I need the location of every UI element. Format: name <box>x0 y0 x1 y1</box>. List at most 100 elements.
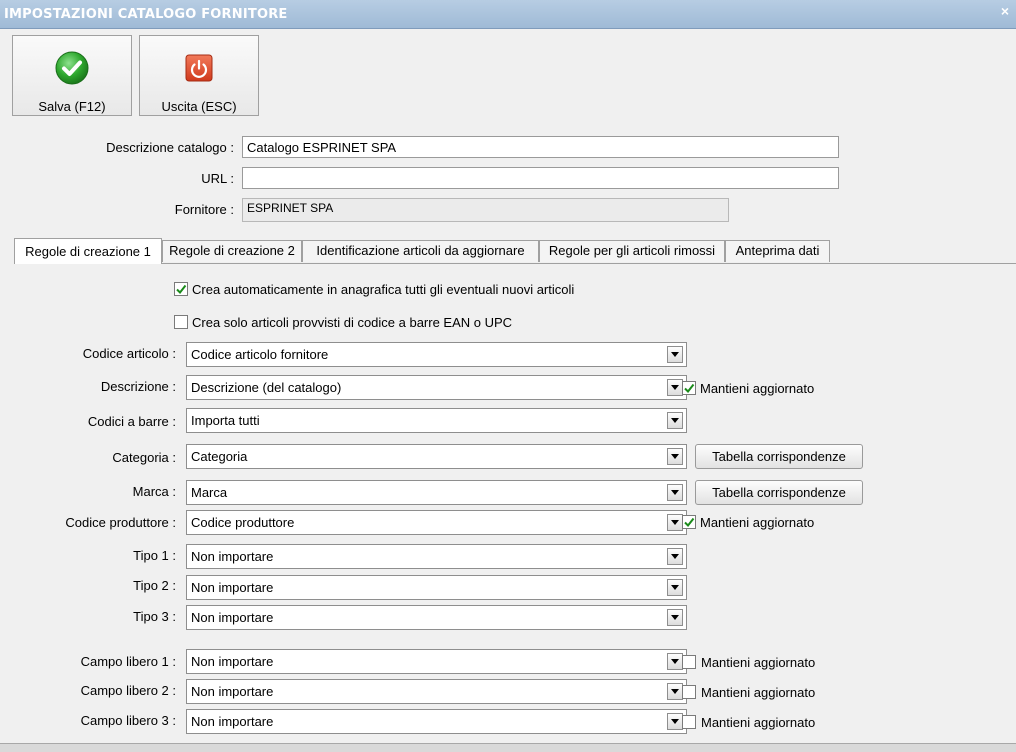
chevron-down-icon <box>671 490 679 495</box>
categoria-select[interactable]: Categoria <box>186 444 687 469</box>
codice-produttore-keep-label: Mantieni aggiornato <box>700 515 815 530</box>
descrizione-input[interactable] <box>242 136 839 158</box>
checkmark-icon <box>176 284 187 295</box>
select-value: Marca <box>191 485 228 500</box>
chevron-down-icon <box>671 352 679 357</box>
select-value: Codice articolo fornitore <box>191 347 329 362</box>
chevron-down-icon <box>671 418 679 423</box>
campo-libero-1-keep-label: Mantieni aggiornato <box>701 655 816 670</box>
dropdown-button[interactable] <box>667 683 683 700</box>
chevron-down-icon <box>671 385 679 390</box>
tab-anteprima[interactable]: Anteprima dati <box>725 240 830 262</box>
exit-button[interactable]: Uscita (ESC) <box>139 35 259 116</box>
codice-produttore-label: Codice produttore : <box>65 515 176 530</box>
categoria-label: Categoria : <box>112 450 176 465</box>
marca-label: Marca : <box>132 484 176 499</box>
title-bar: IMPOSTAZIONI CATALOGO FORNITORE × <box>0 0 1016 29</box>
crea-auto-checkbox[interactable] <box>174 282 188 296</box>
dropdown-button[interactable] <box>667 579 683 596</box>
tab-regole-1[interactable]: Regole di creazione 1 <box>14 238 162 264</box>
campo-libero-3-select[interactable]: Non importare <box>186 709 687 734</box>
select-value: Categoria <box>191 449 248 464</box>
dropdown-button[interactable] <box>667 713 683 730</box>
campo-libero-2-keep-checkbox[interactable] <box>682 685 696 699</box>
select-value: Non importare <box>191 610 274 625</box>
descrizione-select[interactable]: Descrizione (del catalogo) <box>186 375 687 400</box>
campo-libero-2-label: Campo libero 2 : <box>80 683 176 698</box>
codici-barre-label: Codici a barre : <box>87 414 176 429</box>
fornitore-label: Fornitore : <box>174 202 234 217</box>
chevron-down-icon <box>671 659 679 664</box>
descrizione-keep-checkbox[interactable] <box>682 381 696 395</box>
select-value: Importa tutti <box>191 413 260 428</box>
checkmark-icon <box>684 517 695 528</box>
dropdown-button[interactable] <box>667 653 683 670</box>
dropdown-button[interactable] <box>667 609 683 626</box>
codice-produttore-keep-checkbox[interactable] <box>682 515 696 529</box>
url-label: URL : <box>201 171 234 186</box>
tab-articoli-rimossi[interactable]: Regole per gli articoli rimossi <box>539 240 725 262</box>
chevron-down-icon <box>671 520 679 525</box>
window-title: IMPOSTAZIONI CATALOGO FORNITORE <box>4 7 288 22</box>
crea-ean-checkbox[interactable] <box>174 315 188 329</box>
tab-panel: Crea automaticamente in anagrafica tutti… <box>14 263 1016 744</box>
descrizione-keep-label: Mantieni aggiornato <box>700 381 815 396</box>
chevron-down-icon <box>671 454 679 459</box>
descrizione-label: Descrizione catalogo : <box>106 140 234 155</box>
check-icon <box>55 51 89 85</box>
tab-identificazione[interactable]: Identificazione articoli da aggiornare <box>302 240 539 262</box>
campo-libero-1-label: Campo libero 1 : <box>80 654 176 669</box>
tipo-3-label: Tipo 3 : <box>133 609 176 624</box>
select-value: Codice produttore <box>191 515 295 530</box>
dropdown-button[interactable] <box>667 484 683 501</box>
select-value: Non importare <box>191 654 274 669</box>
tipo-3-select[interactable]: Non importare <box>186 605 687 630</box>
exit-button-label: Uscita (ESC) <box>161 99 237 114</box>
select-value: Non importare <box>191 580 274 595</box>
codice-articolo-label: Codice articolo : <box>82 346 176 361</box>
select-value: Non importare <box>191 684 274 699</box>
chevron-down-icon <box>671 615 679 620</box>
campo-libero-3-label: Campo libero 3 : <box>80 713 176 728</box>
tipo-1-select[interactable]: Non importare <box>186 544 687 569</box>
codice-produttore-select[interactable]: Codice produttore <box>186 510 687 535</box>
dropdown-button[interactable] <box>667 346 683 363</box>
dropdown-button[interactable] <box>667 548 683 565</box>
chevron-down-icon <box>671 719 679 724</box>
dropdown-button[interactable] <box>667 448 683 465</box>
tipo-2-label: Tipo 2 : <box>133 578 176 593</box>
select-value: Non importare <box>191 549 274 564</box>
campo-libero-2-keep-label: Mantieni aggiornato <box>701 685 816 700</box>
codici-barre-select[interactable]: Importa tutti <box>186 408 687 433</box>
close-icon[interactable]: × <box>998 4 1012 18</box>
descrizione-row-label: Descrizione : <box>100 379 176 394</box>
crea-auto-label: Crea automaticamente in anagrafica tutti… <box>192 282 575 297</box>
marca-tabella-button[interactable]: Tabella corrispondenze <box>695 480 863 505</box>
campo-libero-1-keep-checkbox[interactable] <box>682 655 696 669</box>
url-input[interactable] <box>242 167 839 189</box>
power-icon <box>185 54 213 82</box>
dropdown-button[interactable] <box>667 412 683 429</box>
campo-libero-3-keep-label: Mantieni aggiornato <box>701 715 816 730</box>
dropdown-button[interactable] <box>667 514 683 531</box>
tipo-1-label: Tipo 1 : <box>133 548 176 563</box>
chevron-down-icon <box>671 585 679 590</box>
select-value: Descrizione (del catalogo) <box>191 380 342 395</box>
campo-libero-2-select[interactable]: Non importare <box>186 679 687 704</box>
chevron-down-icon <box>671 689 679 694</box>
save-button-label: Salva (F12) <box>38 99 106 114</box>
save-button[interactable]: Salva (F12) <box>12 35 132 116</box>
fornitore-field: ESPRINET SPA <box>242 198 729 222</box>
tipo-2-select[interactable]: Non importare <box>186 575 687 600</box>
tab-regole-2[interactable]: Regole di creazione 2 <box>162 240 302 262</box>
checkmark-icon <box>684 383 695 394</box>
chevron-down-icon <box>671 554 679 559</box>
crea-ean-label: Crea solo articoli provvisti di codice a… <box>192 315 513 330</box>
codice-articolo-select[interactable]: Codice articolo fornitore <box>186 342 687 367</box>
select-value: Non importare <box>191 714 274 729</box>
categoria-tabella-button[interactable]: Tabella corrispondenze <box>695 444 863 469</box>
dropdown-button[interactable] <box>667 379 683 396</box>
campo-libero-1-select[interactable]: Non importare <box>186 649 687 674</box>
marca-select[interactable]: Marca <box>186 480 687 505</box>
campo-libero-3-keep-checkbox[interactable] <box>682 715 696 729</box>
